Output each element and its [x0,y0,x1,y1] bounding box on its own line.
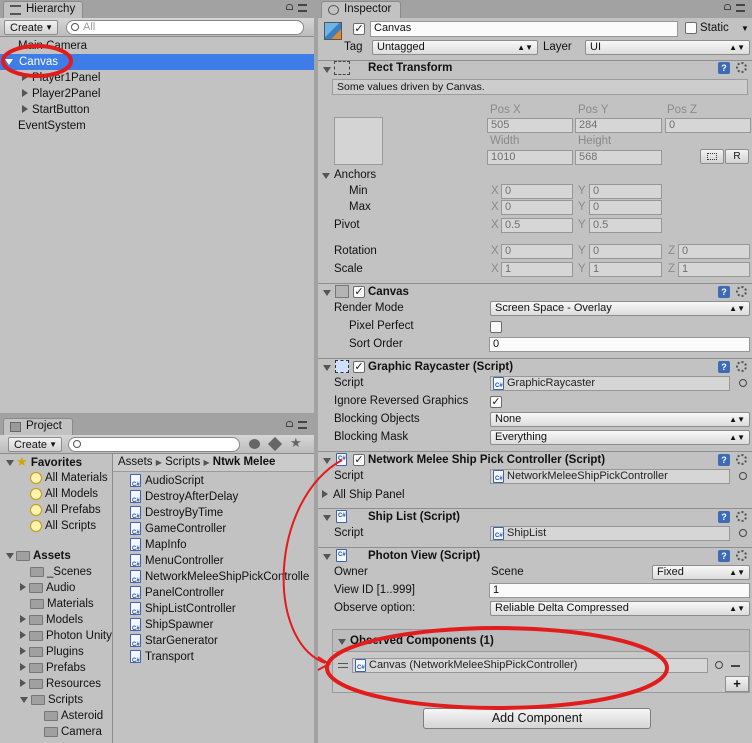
annotation-circle-observed [325,626,669,710]
annotation-circle-canvas [1,44,73,78]
annotation-arrow-line [282,459,343,664]
annotation-overlay [1,44,669,710]
